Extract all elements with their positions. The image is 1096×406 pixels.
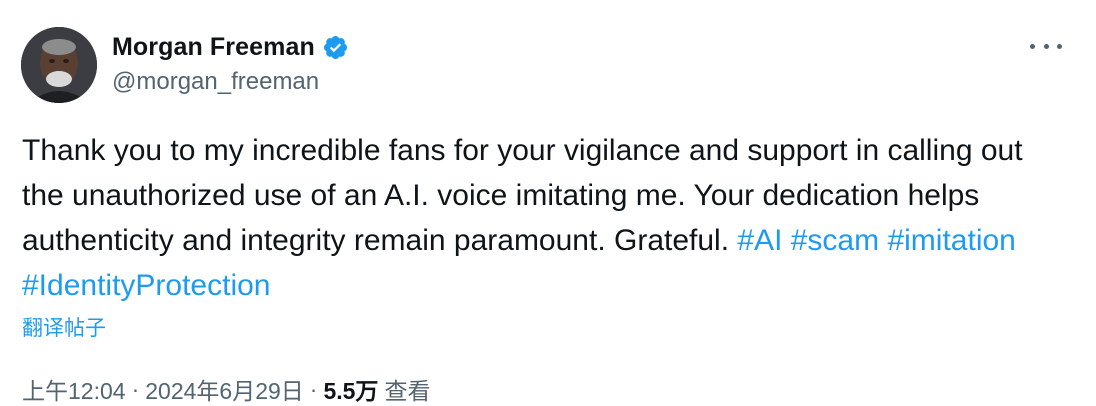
separator: · — [309, 375, 318, 402]
tweet-card: Morgan Freeman @morgan_freeman Thank you… — [0, 0, 1096, 406]
avatar-photo — [21, 27, 97, 103]
hashtag-link[interactable]: #IdentityProtection — [22, 269, 270, 302]
author-display-name[interactable]: Morgan Freeman — [112, 33, 315, 62]
hashtag-link[interactable]: #AI — [737, 224, 782, 257]
author-name-row: Morgan Freeman — [112, 30, 349, 64]
more-options-icon[interactable] — [1030, 34, 1062, 58]
post-time[interactable]: 上午12:04 — [22, 372, 126, 406]
tweet-text: Thank you to my incredible fans for your… — [22, 128, 1072, 308]
views-count: 5.5万 — [323, 378, 379, 404]
translate-post-link[interactable]: 翻译帖子 — [22, 312, 106, 342]
dot — [1030, 43, 1035, 49]
dot — [1043, 43, 1049, 49]
author-handle[interactable]: @morgan_freeman — [112, 68, 319, 96]
views-label: 查看 — [384, 378, 431, 404]
verified-badge-icon[interactable] — [322, 34, 349, 61]
hashtag-link[interactable]: #scam — [791, 224, 879, 257]
dot — [1057, 43, 1062, 49]
post-date[interactable]: 2024年6月29日 — [145, 372, 304, 406]
hashtag-link[interactable]: #imitation — [887, 224, 1015, 257]
avatar[interactable] — [21, 27, 97, 103]
separator: · — [131, 375, 140, 402]
tweet-meta: 上午12:04 · 2024年6月29日 · 5.5万 查看 — [22, 372, 430, 406]
